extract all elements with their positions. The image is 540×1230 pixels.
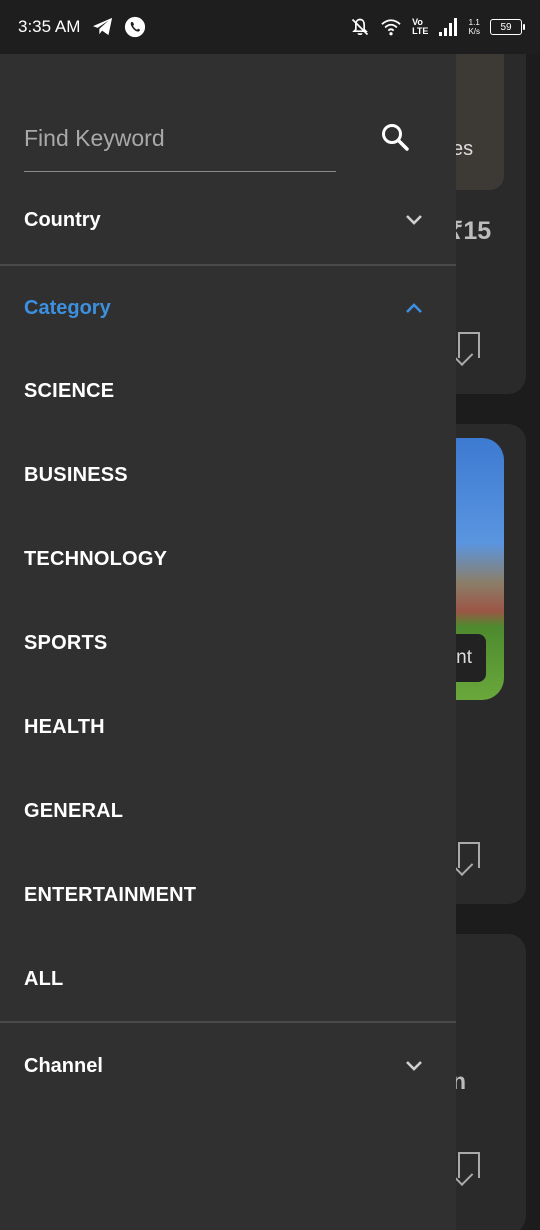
category-section-header[interactable]: Category bbox=[0, 266, 456, 350]
category-item-technology[interactable]: TECHNOLOGY bbox=[0, 517, 456, 601]
chevron-down-icon bbox=[406, 1061, 422, 1071]
network-speed: 1.1 K/s bbox=[468, 18, 480, 36]
category-item-health[interactable]: HEALTH bbox=[0, 685, 456, 769]
country-section-header[interactable]: Country bbox=[0, 178, 456, 262]
category-item-general[interactable]: GENERAL bbox=[0, 769, 456, 853]
category-item-business[interactable]: BUSINESS bbox=[0, 433, 456, 517]
battery-level: 59 bbox=[500, 21, 512, 33]
search-row bbox=[24, 112, 414, 172]
category-item-all[interactable]: ALL bbox=[0, 937, 456, 1021]
category-list: SCIENCE BUSINESS TECHNOLOGY SPORTS HEALT… bbox=[0, 349, 456, 1021]
chevron-up-icon bbox=[406, 303, 422, 313]
battery-icon: 59 bbox=[490, 19, 525, 35]
network-speed-unit: K/s bbox=[468, 27, 480, 36]
bookmark-icon[interactable] bbox=[458, 842, 480, 868]
category-item-science[interactable]: SCIENCE bbox=[0, 349, 456, 433]
status-time: 3:35 AM bbox=[18, 17, 81, 36]
bookmark-icon[interactable] bbox=[458, 1152, 480, 1178]
volte-bottom-text: LTE bbox=[412, 26, 429, 36]
volte-indicator: Vo LTE bbox=[412, 18, 428, 36]
channel-section-header[interactable]: Channel bbox=[0, 1024, 456, 1108]
bookmark-icon[interactable] bbox=[458, 332, 480, 358]
divider bbox=[0, 1021, 456, 1023]
category-label: Category bbox=[24, 296, 111, 319]
news-chip-text: nt bbox=[456, 647, 472, 668]
filter-drawer: Country Category SCIENCE BUSINESS TECHNO… bbox=[0, 54, 456, 1230]
whatsapp-icon bbox=[125, 16, 146, 38]
category-item-entertainment[interactable]: ENTERTAINMENT bbox=[0, 853, 456, 937]
chevron-down-icon bbox=[406, 215, 422, 225]
category-item-sports[interactable]: SPORTS bbox=[0, 601, 456, 685]
wifi-icon bbox=[381, 19, 401, 36]
search-input[interactable] bbox=[24, 112, 336, 172]
search-icon[interactable] bbox=[380, 122, 410, 152]
network-speed-value: 1.1 bbox=[468, 18, 480, 27]
telegram-icon bbox=[93, 17, 113, 36]
channel-label: Channel bbox=[24, 1054, 103, 1077]
signal-icon bbox=[439, 18, 458, 36]
status-bar: 3:35 AM Vo LTE 1.1 K/s 59 bbox=[0, 0, 540, 54]
status-notification-icons bbox=[92, 16, 146, 38]
country-label: Country bbox=[24, 208, 101, 231]
status-system-icons: Vo LTE 1.1 K/s 59 bbox=[350, 17, 525, 37]
notifications-off-icon bbox=[352, 18, 369, 36]
